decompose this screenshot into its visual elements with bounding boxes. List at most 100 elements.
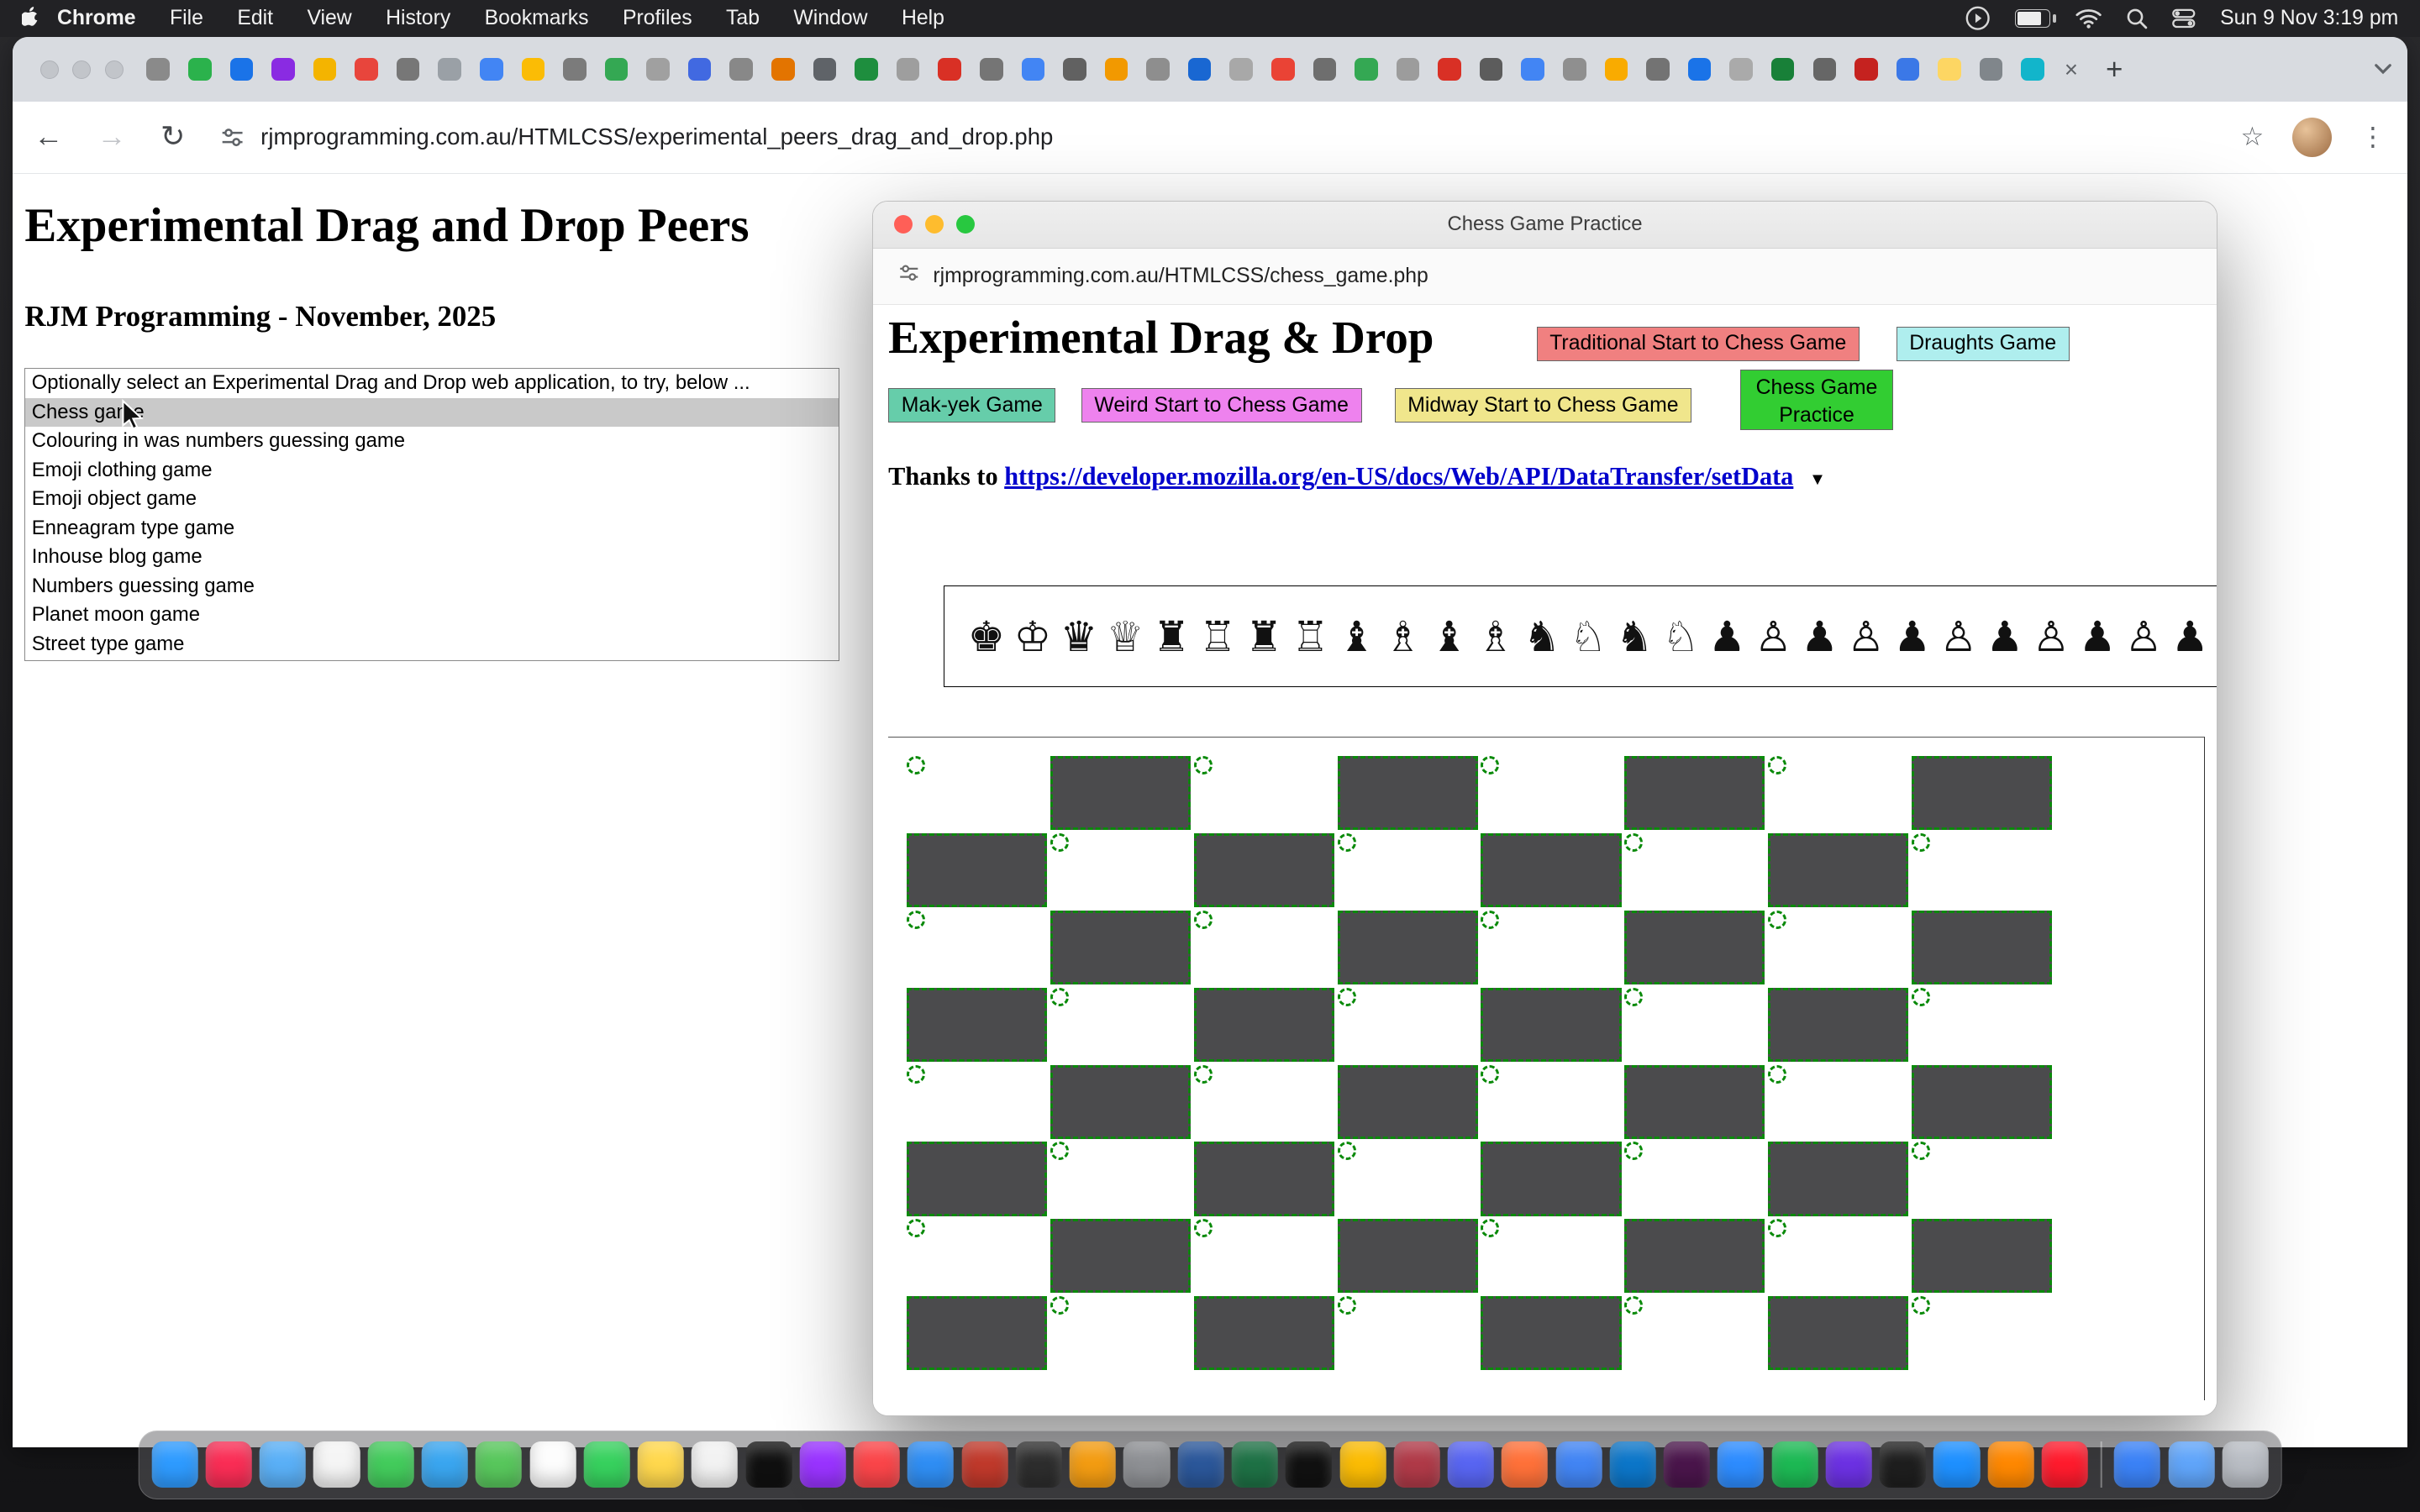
pinned-tab-24[interactable] bbox=[1144, 56, 1171, 82]
menu-item-window[interactable]: Window bbox=[793, 7, 867, 30]
pinned-tab-35[interactable] bbox=[1603, 56, 1629, 82]
chess-piece-25[interactable]: ♙ bbox=[2121, 612, 2167, 661]
list-option-enneagram-type-game[interactable]: Enneagram type game bbox=[25, 514, 839, 543]
board-cell-7-6[interactable] bbox=[1768, 1296, 1908, 1370]
chess-piece-4[interactable]: ♜ bbox=[1149, 612, 1195, 661]
pinned-tab-39[interactable] bbox=[1770, 56, 1796, 82]
dock-tv[interactable] bbox=[745, 1441, 792, 1488]
button-traditional-start-to-chess-game[interactable]: Traditional Start to Chess Game bbox=[1537, 327, 1860, 361]
menu-item-history[interactable]: History bbox=[386, 7, 450, 30]
board-cell-2-6[interactable] bbox=[1768, 911, 1786, 929]
pinned-tab-10[interactable] bbox=[561, 56, 587, 82]
chrome-menu-icon[interactable]: ⋮ bbox=[2360, 122, 2386, 152]
board-cell-7-2[interactable] bbox=[1194, 1296, 1334, 1370]
mozilla-link[interactable]: https://developer.mozilla.org/en-US/docs… bbox=[1004, 462, 1793, 491]
button-mak-yek-game[interactable]: Mak-yek Game bbox=[888, 388, 1055, 423]
pinned-tab-21[interactable] bbox=[1020, 56, 1046, 82]
pinned-tab-45[interactable] bbox=[2020, 56, 2046, 82]
chess-piece-21[interactable]: ♙ bbox=[1935, 612, 1981, 661]
dock-filezilla[interactable] bbox=[961, 1441, 1007, 1488]
dock-trash[interactable] bbox=[2222, 1441, 2268, 1488]
dock-calculator[interactable] bbox=[1070, 1441, 1116, 1488]
board-cell-4-3[interactable] bbox=[1338, 1065, 1478, 1139]
pinned-tab-36[interactable] bbox=[1644, 56, 1670, 82]
chess-piece-18[interactable]: ♟ bbox=[1797, 612, 1843, 661]
bookmark-star-icon[interactable]: ☆ bbox=[2241, 122, 2265, 152]
chess-piece-9[interactable]: ♗ bbox=[1380, 612, 1426, 661]
pinned-tab-34[interactable] bbox=[1561, 56, 1587, 82]
board-cell-5-1[interactable] bbox=[1050, 1142, 1069, 1160]
dock-appstore[interactable] bbox=[908, 1441, 954, 1488]
pinned-tab-19[interactable] bbox=[937, 56, 963, 82]
dock-messages[interactable] bbox=[367, 1441, 413, 1488]
dock-figma[interactable] bbox=[1880, 1441, 1926, 1488]
board-cell-1-2[interactable] bbox=[1194, 833, 1334, 907]
chess-piece-11[interactable]: ♗ bbox=[1472, 612, 1518, 661]
board-cell-5-4[interactable] bbox=[1481, 1142, 1621, 1215]
zoom-window-button[interactable] bbox=[105, 60, 124, 79]
chess-piece-0[interactable]: ♚ bbox=[963, 612, 1009, 661]
pinned-tab-11[interactable] bbox=[603, 56, 629, 82]
dock-netflix[interactable] bbox=[1286, 1441, 1332, 1488]
board-cell-5-6[interactable] bbox=[1768, 1142, 1908, 1215]
menu-item-help[interactable]: Help bbox=[902, 7, 944, 30]
pinned-tab-32[interactable] bbox=[1478, 56, 1504, 82]
pinned-tab-26[interactable] bbox=[1228, 56, 1255, 82]
pinned-tab-42[interactable] bbox=[1895, 56, 1921, 82]
board-cell-4-2[interactable] bbox=[1194, 1065, 1213, 1084]
dock-finder[interactable] bbox=[151, 1441, 197, 1488]
board-cell-4-7[interactable] bbox=[1912, 1065, 2052, 1139]
menu-item-profiles[interactable]: Profiles bbox=[623, 7, 692, 30]
pinned-tab-3[interactable] bbox=[270, 56, 296, 82]
board-cell-4-5[interactable] bbox=[1624, 1065, 1765, 1139]
battery-icon[interactable] bbox=[2015, 9, 2050, 28]
board-cell-1-7[interactable] bbox=[1912, 833, 1930, 852]
pinned-tab-20[interactable] bbox=[978, 56, 1004, 82]
button-draughts-game[interactable]: Draughts Game bbox=[1897, 327, 2070, 361]
chess-piece-27[interactable]: ♙ bbox=[2213, 612, 2217, 661]
button-weird-start-to-chess-game[interactable]: Weird Start to Chess Game bbox=[1081, 388, 1362, 423]
board-cell-0-2[interactable] bbox=[1194, 756, 1213, 774]
dock-opera[interactable] bbox=[2042, 1441, 2088, 1488]
dock-calendar[interactable] bbox=[313, 1441, 360, 1488]
dock-documents-folder[interactable] bbox=[2168, 1441, 2214, 1488]
dock-podcasts[interactable] bbox=[800, 1441, 846, 1488]
pinned-tab-25[interactable] bbox=[1186, 56, 1213, 82]
dock-slack[interactable] bbox=[1664, 1441, 1710, 1488]
chess-piece-22[interactable]: ♟ bbox=[1981, 612, 2028, 661]
board-cell-4-0[interactable] bbox=[907, 1065, 925, 1084]
pinned-tab-7[interactable] bbox=[437, 56, 463, 82]
board-cell-0-4[interactable] bbox=[1481, 756, 1499, 774]
chess-piece-10[interactable]: ♝ bbox=[1426, 612, 1472, 661]
pinned-tab-13[interactable] bbox=[687, 56, 713, 82]
board-cell-0-0[interactable] bbox=[907, 756, 925, 774]
board-cell-0-7[interactable] bbox=[1912, 756, 2052, 830]
chess-piece-24[interactable]: ♟ bbox=[2075, 612, 2121, 661]
board-cell-1-5[interactable] bbox=[1624, 833, 1643, 852]
board-cell-6-1[interactable] bbox=[1050, 1219, 1191, 1293]
board-cell-3-5[interactable] bbox=[1624, 988, 1643, 1006]
dock-word[interactable] bbox=[1177, 1441, 1223, 1488]
board-cell-6-6[interactable] bbox=[1768, 1219, 1786, 1237]
dock-discord[interactable] bbox=[1448, 1441, 1494, 1488]
dock-photos[interactable] bbox=[529, 1441, 576, 1488]
board-cell-7-0[interactable] bbox=[907, 1296, 1047, 1370]
chess-piece-26[interactable]: ♟ bbox=[2167, 612, 2213, 661]
board-cell-4-1[interactable] bbox=[1050, 1065, 1191, 1139]
pinned-tab-23[interactable] bbox=[1103, 56, 1129, 82]
dock-news[interactable] bbox=[854, 1441, 900, 1488]
profile-avatar[interactable] bbox=[2292, 118, 2333, 158]
board-cell-5-7[interactable] bbox=[1912, 1142, 1930, 1160]
wifi-icon[interactable] bbox=[2075, 8, 2102, 29]
menu-item-view[interactable]: View bbox=[307, 7, 351, 30]
pinned-tab-41[interactable] bbox=[1853, 56, 1879, 82]
pinned-tab-43[interactable] bbox=[1936, 56, 1962, 82]
pinned-tab-18[interactable] bbox=[895, 56, 921, 82]
apple-menu-icon[interactable] bbox=[22, 7, 42, 30]
popup-site-info-icon[interactable] bbox=[897, 261, 921, 291]
board-cell-4-6[interactable] bbox=[1768, 1065, 1786, 1084]
board-cell-6-7[interactable] bbox=[1912, 1219, 2052, 1293]
back-icon[interactable]: ← bbox=[34, 120, 63, 154]
close-window-button[interactable] bbox=[40, 60, 59, 79]
button-midway-start-to-chess-game[interactable]: Midway Start to Chess Game bbox=[1395, 388, 1692, 423]
